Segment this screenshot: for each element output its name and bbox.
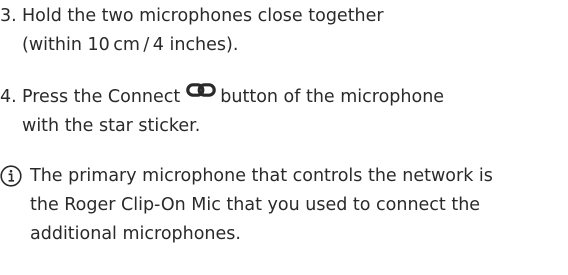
step-number: 3. (0, 6, 17, 26)
step-text-line-2: with the star sticker. (22, 116, 201, 136)
info-note: The primary microphone that controls the… (0, 162, 566, 249)
step-4: 4. Press the Connect button of the micro… (0, 83, 560, 141)
step-number: 4. (0, 87, 17, 107)
step-text-line-1: Hold the two microphones close together (22, 6, 384, 26)
info-icon (0, 165, 22, 187)
note-line-2: the Roger Clip-On Mic that you used to c… (30, 195, 481, 215)
link-icon (186, 83, 217, 97)
note-line-3: additional microphones. (30, 224, 241, 244)
step-text-line-2: (within 10 cm / 4 inches). (22, 35, 239, 55)
step-text-after-icon: button of the microphone (220, 87, 445, 107)
note-line-1: The primary microphone that controls the… (30, 166, 493, 186)
step-3: 3. Hold the two microphones close togeth… (0, 2, 560, 60)
step-text-before-icon: Press the Connect (22, 87, 181, 107)
